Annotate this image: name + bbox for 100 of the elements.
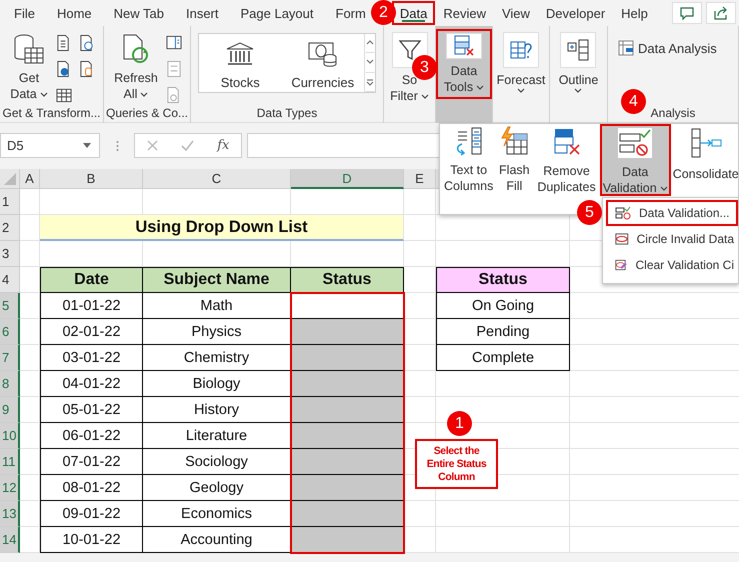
ribbon-tab[interactable]: Data [392,1,436,25]
cancel-icon [146,140,158,151]
table-cell: 07-01-22 [40,449,143,475]
remove-duplicates-button[interactable]: Remove Duplicates [535,124,598,198]
data-validation-button[interactable]: Data Validation [600,124,671,196]
table-cell: Chemistry [143,345,291,371]
table-cell: 02-01-22 [40,319,143,345]
outline-button[interactable]: Outline [556,29,602,96]
status-cell[interactable] [291,475,404,501]
status-cell[interactable] [291,449,404,475]
ribbon-tab[interactable]: Home [46,1,103,25]
row-header[interactable]: 14 [0,527,20,553]
data-tools-button[interactable]: Data Tools [436,29,492,99]
row-header[interactable]: 7 [0,345,20,371]
validation-icon [615,206,631,220]
column-header[interactable]: A [20,169,40,189]
comments-button[interactable] [672,2,702,24]
table-cell: 08-01-22 [40,475,143,501]
ribbon-tab[interactable]: Form [324,1,368,25]
outline-icon [566,38,590,62]
table-cell: 01-01-22 [40,293,143,319]
row-header[interactable]: 5 [0,293,20,319]
row-header[interactable]: 8 [0,371,20,397]
status-cell[interactable] [291,423,404,449]
enter-check-icon [180,140,194,151]
refresh-all-button[interactable]: Refresh All [111,29,161,105]
ribbon-tab[interactable]: View [494,1,538,25]
step-badge: 4 [621,89,646,114]
ribbon-tab[interactable]: Review [435,1,494,25]
share-button[interactable] [706,2,736,24]
ribbon-tab[interactable]: Developer [538,1,614,25]
table-cell: Math [143,293,291,319]
group-label: Data Types [256,106,318,120]
funnel-icon [398,38,422,62]
data-analysis-icon [618,40,634,56]
table-cell: Biology [143,371,291,397]
name-box[interactable]: D5 [0,133,100,158]
table-header: Status [291,267,404,293]
database-icon [13,33,45,65]
ribbon-tab[interactable]: Page Layout [230,1,325,25]
text-to-columns-button[interactable]: Text to Columns [442,123,496,197]
menu-item[interactable]: Clear Validation Ci [606,252,738,278]
drag-handle-icon [116,140,118,152]
table-cell: 10-01-22 [40,527,143,553]
table-cell: Complete [436,345,570,371]
column-header[interactable]: E [404,169,436,189]
status-cell[interactable] [291,527,404,553]
gallery-item[interactable]: Currencies [291,74,354,90]
status-cell[interactable] [291,397,404,423]
row-header[interactable]: 6 [0,319,20,345]
table-header: Subject Name [143,267,291,293]
ribbon-tab[interactable]: Insert [174,1,230,25]
row-header[interactable]: 2 [0,215,20,241]
status-cell[interactable] [291,345,404,371]
menu-item[interactable]: Data Validation... [606,200,738,226]
formula-input[interactable] [247,133,440,158]
row-header[interactable]: 13 [0,501,20,527]
table-cell: 05-01-22 [40,397,143,423]
consolidate-button[interactable]: Consolidate [670,123,739,197]
instruction-note: Select the Entire Status Column [415,439,498,489]
table-cell: Pending [436,319,570,345]
table-cell: Sociology [143,449,291,475]
row-header[interactable]: 10 [0,423,20,449]
forecast-button[interactable]: Forecast [494,29,548,96]
column-header[interactable]: B [40,169,143,189]
currency-icon [308,40,338,66]
status-cell[interactable] [291,371,404,397]
row-header[interactable]: 4 [0,267,20,293]
column-header[interactable]: D [291,169,404,189]
table-icon [56,86,72,104]
row-header[interactable]: 12 [0,475,20,501]
row-header[interactable]: 11 [0,449,20,475]
gallery-item[interactable]: Stocks [220,74,260,90]
table-cell: Literature [143,423,291,449]
data-analysis-button[interactable]: Data Analysis [614,37,721,59]
ribbon-tab[interactable]: New Tab [102,1,175,25]
row-header[interactable]: 9 [0,397,20,423]
get-data-button[interactable]: Get Data [7,29,51,105]
data-tools-icon [452,34,476,58]
row-header[interactable]: 1 [0,189,20,215]
table-cell: History [143,397,291,423]
group-label: Get & Transform... [2,106,101,120]
table-cell: On Going [436,293,570,319]
row-header[interactable]: 3 [0,241,20,267]
list-icon [166,60,182,78]
table-cell: 03-01-22 [40,345,143,371]
ribbon-tab[interactable]: Help [613,1,656,25]
menu-item[interactable]: Circle Invalid Data [606,226,738,252]
corner-triangle-icon [4,172,16,184]
data-validation-icon [618,128,652,158]
insert-function-button[interactable]: fx [217,138,230,153]
ribbon-tab[interactable]: File [3,1,46,25]
status-cell[interactable] [291,501,404,527]
group-label: Analysis [650,106,696,120]
column-header[interactable]: C [143,169,291,189]
status-cell[interactable] [291,319,404,345]
flash-fill-button[interactable]: Flash Fill [495,123,534,197]
table-cell: Physics [143,319,291,345]
cell-reference: D5 [7,138,24,153]
consolidate-icon [688,128,723,158]
